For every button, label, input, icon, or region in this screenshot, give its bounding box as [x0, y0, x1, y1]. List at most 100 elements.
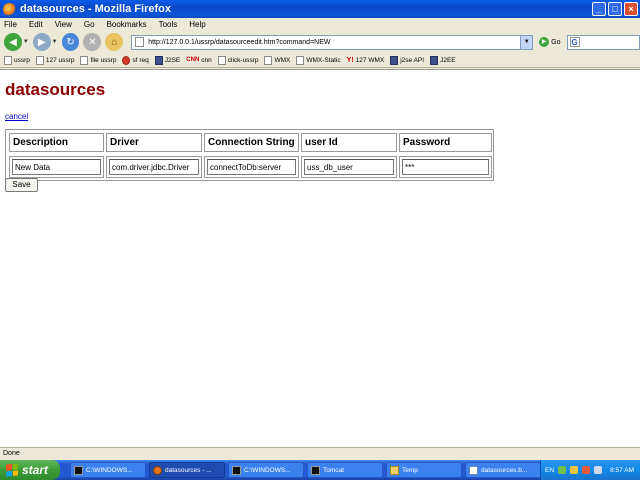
page-icon: [296, 55, 305, 65]
forward-button[interactable]: ▶: [32, 33, 51, 51]
forward-history-dropdown-icon[interactable]: ▼: [52, 39, 58, 45]
user-id-field[interactable]: [304, 159, 394, 175]
reload-button[interactable]: ↻: [61, 33, 80, 51]
cell-connection-string: [204, 156, 299, 178]
clock[interactable]: 8:57 AM: [610, 467, 634, 474]
title-bar: datasources - Mozilla Firefox _ □ ×: [0, 0, 640, 18]
taskbar-item-cmd-2[interactable]: C:\WINDOWS...: [228, 462, 304, 478]
y-icon: Y!: [346, 56, 354, 64]
bookmark-wmx[interactable]: WMX: [264, 55, 290, 65]
page-icon: [135, 37, 145, 47]
header-connection-string: Connection String: [204, 133, 299, 152]
page-title: datasources: [5, 80, 106, 99]
firefox-icon: [153, 465, 162, 475]
red-circle-icon: [122, 55, 131, 65]
bookmarks-toolbar: ussrp 127 ussrp file ussrp sf req J2SE C…: [0, 53, 640, 68]
menu-view[interactable]: View: [55, 20, 72, 29]
bookmark-click-ussrp[interactable]: click-ussrp: [217, 55, 258, 65]
search-box[interactable]: G: [566, 34, 640, 50]
back-history-dropdown-icon[interactable]: ▼: [23, 39, 29, 45]
menu-edit[interactable]: Edit: [29, 20, 43, 29]
network-icon[interactable]: [558, 466, 567, 474]
taskbar-item-firefox[interactable]: datasources - ...: [149, 462, 225, 478]
bookmark-sf-req[interactable]: sf req: [122, 55, 149, 65]
header-driver: Driver: [106, 133, 202, 152]
start-button[interactable]: start: [0, 460, 60, 480]
save-button[interactable]: Save: [5, 178, 38, 192]
start-label: start: [22, 463, 49, 477]
page-content: datasources cancel Description Driver Co…: [0, 69, 640, 447]
taskbar-item-datasources-doc[interactable]: datasources.b...: [465, 462, 541, 478]
cmd-icon: [311, 465, 320, 475]
url-bar[interactable]: http://127.0.0.1/ussrp/datasourceedit.ht…: [131, 34, 534, 50]
folder-icon: [390, 465, 399, 475]
minimize-button[interactable]: _: [592, 2, 606, 16]
java-icon: [154, 55, 163, 65]
bookmark-j2se[interactable]: J2SE: [154, 55, 180, 65]
taskbar-item-cmd-1[interactable]: C:\WINDOWS...: [70, 462, 146, 478]
security-icon[interactable]: [570, 466, 579, 474]
datasource-form-table: Description Driver Connection String use…: [5, 129, 494, 181]
bookmark-127-ussrp[interactable]: 127 ussrp: [35, 55, 74, 65]
language-indicator[interactable]: EN: [545, 467, 554, 474]
url-text[interactable]: http://127.0.0.1/ussrp/datasourceedit.ht…: [148, 39, 330, 46]
volume-icon[interactable]: [594, 466, 603, 474]
page-icon: [35, 55, 44, 65]
back-arrow-icon: ◀: [9, 36, 17, 48]
page-icon: [217, 55, 226, 65]
window-title: datasources - Mozilla Firefox: [20, 3, 171, 15]
document-icon: [469, 465, 478, 475]
bookmark-ussrp[interactable]: ussrp: [4, 55, 30, 65]
menu-tools[interactable]: Tools: [159, 20, 178, 29]
menu-go[interactable]: Go: [84, 20, 95, 29]
description-field[interactable]: [12, 159, 101, 175]
cell-driver: [106, 156, 202, 178]
bookmark-j2se-api[interactable]: j2se API: [390, 55, 424, 65]
reload-icon: ↻: [66, 36, 75, 48]
cancel-link[interactable]: cancel: [5, 112, 28, 121]
home-button[interactable]: ⌂: [105, 33, 124, 51]
menu-bookmarks[interactable]: Bookmarks: [107, 20, 147, 29]
page-icon: [264, 55, 273, 65]
password-field[interactable]: [402, 159, 489, 175]
menu-bar: File Edit View Go Bookmarks Tools Help: [0, 18, 640, 31]
maximize-button[interactable]: □: [608, 2, 622, 16]
antivirus-icon[interactable]: [582, 466, 591, 474]
page-icon: [4, 55, 12, 65]
header-description: Description: [9, 133, 104, 152]
taskbar-item-tomcat[interactable]: Tomcat: [307, 462, 383, 478]
google-search-icon[interactable]: G: [569, 37, 580, 47]
cnn-icon: CNN: [186, 57, 200, 63]
driver-field[interactable]: [109, 159, 199, 175]
connection-string-field[interactable]: [207, 159, 296, 175]
bookmark-wmx-static[interactable]: WMX-Static: [296, 55, 341, 65]
menu-help[interactable]: Help: [189, 20, 205, 29]
stop-button[interactable]: ✕: [83, 33, 102, 51]
forward-arrow-icon: ▶: [37, 36, 46, 48]
bookmark-j2ee[interactable]: J2EE: [430, 55, 456, 65]
back-button[interactable]: ◀: [4, 33, 22, 51]
window-controls: _ □ ×: [592, 2, 638, 16]
bookmark-127-wmx[interactable]: Y! 127 WMX: [347, 57, 385, 64]
url-history-dropdown-icon[interactable]: ▼: [520, 35, 533, 49]
page-icon: [80, 55, 89, 65]
cell-password: [399, 156, 492, 178]
taskbar-item-temp[interactable]: Temp: [386, 462, 462, 478]
navigation-toolbar: ◀ ▼ ▶ ▼ ↻ ✕ ⌂ http://127.0.0.1/ussrp/dat…: [0, 31, 640, 53]
header-password: Password: [399, 133, 492, 152]
firefox-icon: [3, 2, 16, 16]
java-icon: [390, 55, 399, 65]
windows-logo-icon: [6, 463, 18, 477]
close-button[interactable]: ×: [624, 2, 638, 16]
cell-user-id: [301, 156, 397, 178]
bookmark-file-ussrp[interactable]: file ussrp: [80, 55, 116, 65]
cmd-icon: [74, 465, 83, 475]
home-icon: ⌂: [111, 36, 118, 48]
go-button[interactable]: ▶ Go: [539, 37, 561, 47]
bookmark-cnn[interactable]: CNN cnn: [186, 57, 211, 64]
menu-file[interactable]: File: [4, 20, 17, 29]
status-bar: Done: [0, 447, 640, 460]
cell-description: [9, 156, 104, 178]
java-icon: [430, 55, 439, 65]
cmd-icon: [232, 465, 241, 475]
